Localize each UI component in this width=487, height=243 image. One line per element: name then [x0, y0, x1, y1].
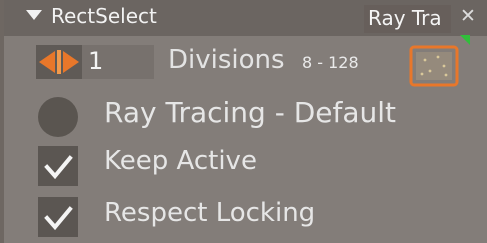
tab-label: Ray Tra — [368, 6, 442, 30]
preview-button[interactable] — [408, 44, 460, 88]
divisions-value: 1 — [88, 47, 104, 75]
keep-active-checkbox[interactable] — [38, 146, 78, 186]
divisions-label: Divisions — [168, 45, 285, 75]
keep-active-label: Keep Active — [104, 146, 257, 176]
panel-title: RectSelect — [51, 4, 157, 28]
collapse-arrow-icon[interactable] — [26, 10, 42, 20]
ray-tracing-radio[interactable] — [38, 97, 78, 137]
divisions-range: 8 - 128 — [302, 53, 359, 72]
spinner-arrows-icon — [39, 50, 79, 74]
indicator-corner-icon — [460, 35, 470, 45]
respect-locking-checkbox[interactable] — [38, 197, 78, 237]
scatter-preview-icon — [409, 45, 459, 87]
rect-select-panel: RectSelect Ray Tra ✕ 1 Divisions 8 - 128 — [4, 0, 487, 243]
divisions-spinner[interactable] — [36, 45, 82, 79]
respect-locking-label: Respect Locking — [104, 198, 316, 228]
checkmark-icon — [44, 155, 73, 180]
divisions-input[interactable]: 1 — [82, 45, 154, 79]
tab-ray-tracing[interactable]: Ray Tra — [364, 5, 451, 33]
checkmark-icon — [44, 206, 73, 231]
panel-titlebar[interactable]: RectSelect Ray Tra ✕ — [4, 0, 487, 36]
ray-tracing-label: Ray Tracing - Default — [104, 96, 397, 129]
close-icon[interactable]: ✕ — [460, 6, 476, 26]
